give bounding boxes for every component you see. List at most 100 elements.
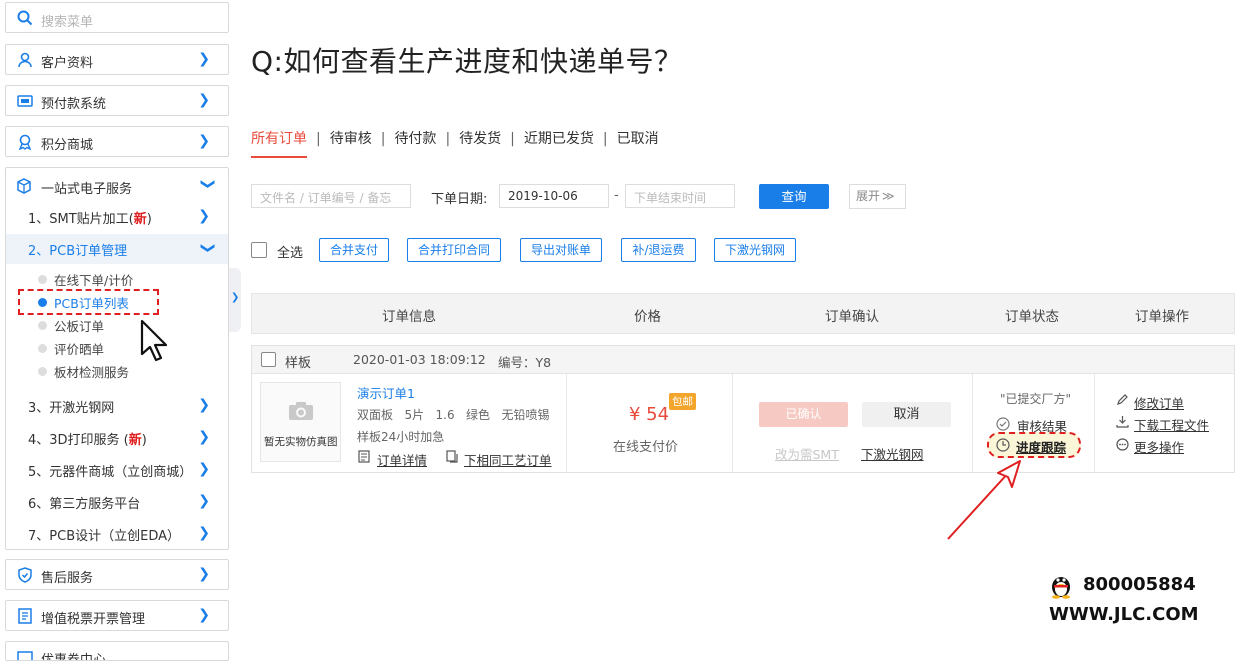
search-icon [17, 10, 33, 26]
order-number: 编号：Y8 [498, 355, 552, 370]
3d-label-text: 4、3D打印服务 ( [28, 433, 129, 448]
divider [1094, 374, 1095, 472]
thumbnail-caption: 暂无实物仿真图 [264, 436, 338, 448]
sidebar-item-points[interactable]: 积分商城 ❯ [5, 126, 229, 157]
chevron-right-icon: ❯ [198, 493, 210, 509]
sidebar-sub-material-test[interactable]: 板材检测服务 [54, 362, 129, 381]
order-time: 2020-01-03 18:09:12 [353, 352, 486, 367]
sidebar-item-label: 预付款系统 [41, 97, 107, 112]
sidebar-group-label: 一站式电子服务 [41, 182, 133, 197]
3d-label-tail: ) [141, 433, 147, 448]
freight-adjust-button[interactable]: 补/退运费 [621, 238, 696, 262]
date-end-input[interactable]: 下单结束时间 [625, 184, 735, 208]
chevron-right-icon: ❯ [198, 133, 210, 149]
switch-to-smt-link[interactable]: 改为需SMT [775, 444, 839, 463]
chevron-right-icon: ❯ [198, 51, 210, 67]
sidebar-collapse-handle[interactable]: ❯ [229, 268, 241, 332]
tab-pending-shipment[interactable]: 待发货 [459, 128, 501, 148]
sidebar-item-prepay[interactable]: 预付款系统 ❯ [5, 85, 229, 116]
more-icon [1116, 438, 1129, 451]
modify-order-link[interactable]: 修改订单 [1134, 393, 1184, 412]
expand-label: 展开 [856, 189, 881, 203]
progress-tracking-link[interactable]: 进度跟踪 [1016, 437, 1066, 456]
reorder-same-link[interactable]: 下相同工艺订单 [464, 450, 552, 469]
col-order-info: 订单信息 [382, 309, 436, 325]
sidebar-item-coupons[interactable]: 优惠券中心 [5, 641, 229, 661]
sidebar-sub-online-order[interactable]: 在线下单/计价 [54, 270, 133, 289]
order-type: 样板 [285, 356, 312, 371]
search-placeholder: 搜索菜单 [41, 15, 94, 30]
chevron-right-icon: ❯ [198, 397, 210, 413]
export-statement-button[interactable]: 导出对账单 [520, 238, 602, 262]
keyword-input[interactable]: 文件名 / 订单编号 / 备忘 [251, 184, 411, 208]
pcb-thumbnail: 暂无实物仿真图 [260, 382, 341, 462]
tab-cancelled[interactable]: 已取消 [617, 128, 659, 148]
order-detail-link[interactable]: 订单详情 [377, 450, 427, 469]
sidebar-group-electronic-services: 一站式电子服务 ❯ 1、SMT贴片加工(新) ❯ 2、PCB订单管理 ❯ 在线下… [5, 167, 229, 550]
coupon-icon [17, 651, 33, 660]
mouse-cursor-icon [140, 319, 168, 362]
sidebar-sub-public-board[interactable]: 公板订单 [54, 316, 104, 335]
menu-search-box[interactable]: 搜索菜单 [5, 2, 229, 33]
chevron-right-icon: ❯ [198, 607, 210, 623]
query-button[interactable]: 查询 [759, 184, 829, 209]
points-icon [18, 134, 32, 150]
order-row: 样板 2020-01-03 18:09:12 编号：Y8 暂无实物仿真图 演示订… [251, 345, 1235, 473]
tab-separator: | [380, 131, 386, 147]
select-all-checkbox[interactable] [251, 242, 267, 258]
annotation-arrow [947, 460, 1021, 540]
sidebar-group-header[interactable]: 一站式电子服务 ❯ [6, 170, 228, 200]
sidebar-item-label: 优惠券中心 [41, 653, 107, 661]
more-actions-link[interactable]: 更多操作 [1134, 437, 1184, 456]
chevron-right-icon: ❯ [198, 525, 210, 541]
tab-pending-payment[interactable]: 待付款 [394, 128, 436, 148]
qq-penguin-icon [1052, 577, 1070, 599]
order-laser-stencil-link[interactable]: 下激光钢网 [861, 444, 924, 463]
select-all-label: 全选 [277, 246, 304, 261]
bullet-icon [38, 344, 47, 353]
tab-all-orders[interactable]: 所有订单 [251, 128, 307, 158]
sidebar-item-3d-print[interactable]: 4、3D打印服务 (新) ❯ [6, 423, 228, 453]
sidebar-item-invoice[interactable]: 增值税票开票管理 ❯ [5, 600, 229, 631]
sidebar-sub-reviews[interactable]: 评价晒单 [54, 339, 104, 358]
box-icon [17, 178, 31, 194]
shield-icon [18, 567, 32, 583]
stencil-label: 3、开激光钢网 [28, 401, 115, 416]
merge-pay-button[interactable]: 合并支付 [319, 238, 389, 262]
order-status: "已提交厂方" [1000, 392, 1072, 406]
order-price: ¥ 54 [629, 404, 670, 425]
order-tabs: 所有订单 | 待审核 | 待付款 | 待发货 | 近期已发货 | 已取消 [251, 128, 659, 158]
expand-button[interactable]: 展开 ≫ [849, 184, 906, 209]
date-separator: - [614, 188, 619, 203]
chevron-right-icon: ❯ [198, 461, 210, 477]
sidebar-item-components[interactable]: 5、元器件商城（立创商城） ❯ [6, 455, 228, 485]
sidebar-item-third-party[interactable]: 6、第三方服务平台 ❯ [6, 487, 228, 517]
tab-recently-shipped[interactable]: 近期已发货 [524, 128, 594, 148]
cancel-order-button[interactable]: 取消 [862, 402, 951, 427]
order-checkbox[interactable] [261, 352, 276, 367]
sidebar-item-after-sales[interactable]: 售后服务 ❯ [5, 559, 229, 590]
new-badge: 新 [128, 433, 142, 448]
sidebar-item-stencil[interactable]: 3、开激光钢网 ❯ [6, 391, 228, 421]
confirmed-button[interactable]: 已确认 [759, 402, 848, 427]
check-circle-icon [996, 417, 1010, 431]
tab-pending-review[interactable]: 待审核 [330, 128, 372, 148]
prepay-icon [17, 95, 33, 107]
download-files-link[interactable]: 下载工程文件 [1134, 415, 1209, 434]
chevron-right-icon: ❯ [198, 92, 210, 108]
col-price: 价格 [634, 309, 661, 325]
laser-stencil-button[interactable]: 下激光钢网 [714, 238, 796, 262]
sidebar-item-pcb-orders[interactable]: 2、PCB订单管理 ❯ [6, 234, 228, 264]
tab-separator: | [445, 131, 451, 147]
sidebar-item-3d-label: 4、3D打印服务 (新) [28, 429, 147, 448]
date-start-input[interactable]: 2019-10-06 [499, 184, 609, 208]
order-name-link[interactable]: 演示订单1 [357, 383, 415, 402]
chevron-right-icon: ❯ [198, 429, 210, 445]
divider [566, 374, 567, 472]
sidebar-item-customer[interactable]: 客户资料 ❯ [5, 44, 229, 75]
new-badge: 新 [133, 212, 147, 227]
sidebar-item-smt[interactable]: 1、SMT贴片加工(新) ❯ [6, 202, 228, 232]
pcb-design-label: 7、PCB设计（立创EDA） [28, 529, 180, 544]
merge-print-contract-button[interactable]: 合并打印合同 [407, 238, 501, 262]
sidebar-item-pcb-design[interactable]: 7、PCB设计（立创EDA） ❯ [6, 519, 228, 549]
